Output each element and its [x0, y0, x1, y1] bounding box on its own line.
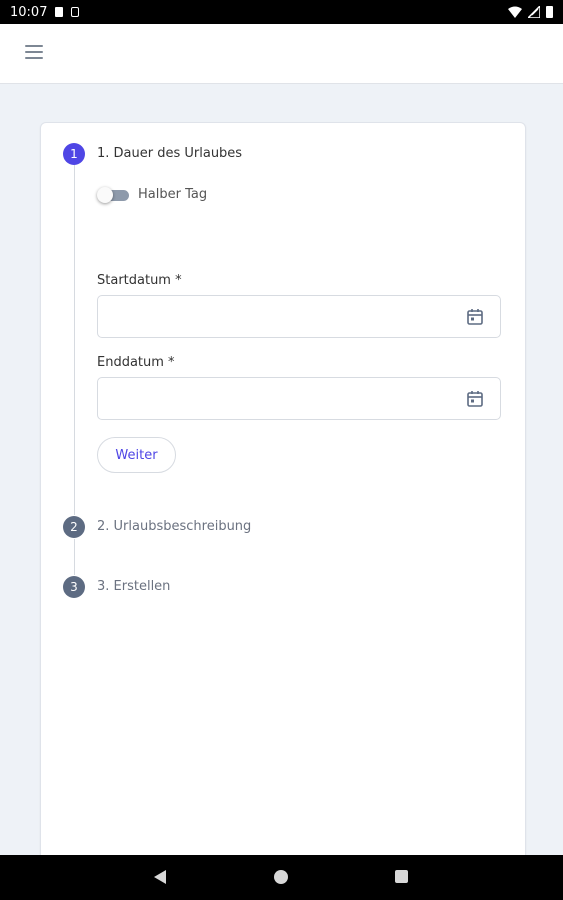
system-nav-bar — [0, 855, 563, 900]
end-date-field[interactable] — [97, 377, 501, 420]
step-3-number: 3 — [70, 580, 78, 594]
toggle-thumb — [97, 187, 113, 203]
step-connector-1 — [74, 165, 75, 515]
wifi-icon — [508, 6, 522, 18]
step-2-indicator[interactable]: 2 — [63, 516, 85, 538]
step-3-indicator[interactable]: 3 — [63, 576, 85, 598]
status-time: 10:07 — [10, 4, 48, 20]
status-right — [508, 6, 553, 18]
recent-apps-icon[interactable] — [395, 870, 408, 883]
step-2-title[interactable]: 2. Urlaubsbeschreibung — [97, 519, 251, 534]
back-icon[interactable] — [154, 870, 166, 884]
step-1-number: 1 — [70, 147, 78, 161]
step-2-number: 2 — [70, 520, 78, 534]
app-bar — [0, 24, 563, 84]
next-button[interactable]: Weiter — [97, 437, 176, 473]
signal-icon — [528, 6, 540, 18]
calendar-icon[interactable] — [466, 390, 484, 408]
half-day-toggle[interactable] — [97, 187, 131, 203]
half-day-label: Halber Tag — [138, 187, 208, 202]
leave-request-card: 1 1. Dauer des Urlaubes Halber Tag Start… — [40, 122, 526, 864]
end-date-label: Enddatum * — [97, 355, 175, 370]
battery-icon — [546, 6, 553, 18]
home-icon[interactable] — [274, 870, 288, 884]
start-date-label: Startdatum * — [97, 273, 182, 288]
status-bar: 10:07 — [0, 0, 563, 24]
notification-icon — [55, 7, 64, 17]
calendar-icon[interactable] — [466, 308, 484, 326]
step-3-title[interactable]: 3. Erstellen — [97, 579, 170, 594]
menu-icon[interactable] — [25, 45, 43, 61]
sim-card-icon — [71, 7, 80, 17]
start-date-field[interactable] — [97, 295, 501, 338]
step-1-indicator[interactable]: 1 — [63, 143, 85, 165]
status-left: 10:07 — [10, 4, 80, 20]
step-connector-2 — [74, 539, 75, 575]
step-1-title[interactable]: 1. Dauer des Urlaubes — [97, 146, 242, 161]
